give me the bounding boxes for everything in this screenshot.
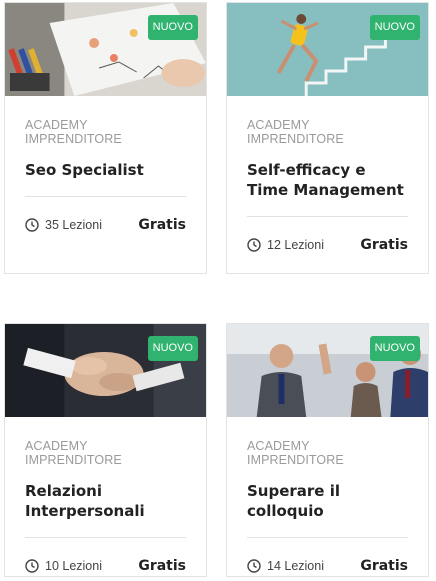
lessons-label: 10 Lezioni	[45, 559, 102, 573]
clock-icon	[247, 238, 261, 252]
divider	[247, 537, 408, 538]
course-category: ACADEMY IMPRENDITORE	[247, 439, 344, 467]
lessons-count: 12 Lezioni	[247, 238, 324, 252]
course-thumbnail-hands[interactable]: NUOVO	[5, 324, 206, 417]
divider	[25, 196, 186, 197]
course-category: ACADEMY IMPRENDITORE	[247, 118, 344, 146]
lessons-count: 35 Lezioni	[25, 218, 102, 232]
clock-icon	[25, 218, 39, 232]
course-category: ACADEMY IMPRENDITORE	[25, 118, 122, 146]
course-title[interactable]: Relazioni Interpersonali	[25, 481, 186, 521]
course-price: Gratis	[360, 237, 408, 253]
course-card-relazioni-interpersonali[interactable]: NUOVO ACADEMY IMPRENDITORE Relazioni Int…	[4, 323, 207, 577]
new-badge: NUOVO	[147, 336, 198, 361]
course-card-superare-colloquio[interactable]: NUOVO ACADEMY IMPRENDITORE Superare il c…	[226, 323, 429, 577]
clock-icon	[247, 559, 261, 573]
new-badge: NUOVO	[369, 15, 420, 40]
lessons-label: 12 Lezioni	[267, 238, 324, 252]
course-title[interactable]: Superare il colloquio	[247, 481, 408, 521]
course-category: ACADEMY IMPRENDITORE	[25, 439, 122, 467]
lessons-count: 14 Lezioni	[247, 559, 324, 573]
lessons-count: 10 Lezioni	[25, 559, 102, 573]
lessons-label: 35 Lezioni	[45, 218, 102, 232]
course-price: Gratis	[138, 558, 186, 574]
course-thumbnail-highfive[interactable]: NUOVO	[227, 324, 428, 417]
course-price: Gratis	[360, 558, 408, 574]
course-title[interactable]: Seo Specialist	[25, 160, 186, 180]
course-title[interactable]: Self-efficacy e Time Management	[247, 160, 408, 200]
divider	[25, 537, 186, 538]
lessons-label: 14 Lezioni	[267, 559, 324, 573]
course-price: Gratis	[138, 217, 186, 233]
new-badge: NUOVO	[147, 15, 198, 40]
course-thumbnail-runner[interactable]: NUOVO	[227, 3, 428, 96]
divider	[247, 216, 408, 217]
new-badge: NUOVO	[369, 336, 420, 361]
course-card-self-efficacy[interactable]: NUOVO ACADEMY IMPRENDITORE Self-efficacy…	[226, 2, 429, 274]
clock-icon	[25, 559, 39, 573]
course-thumbnail-drawing[interactable]: NUOVO	[5, 3, 206, 96]
course-card-seo-specialist[interactable]: NUOVO ACADEMY IMPRENDITORE Seo Specialis…	[4, 2, 207, 274]
